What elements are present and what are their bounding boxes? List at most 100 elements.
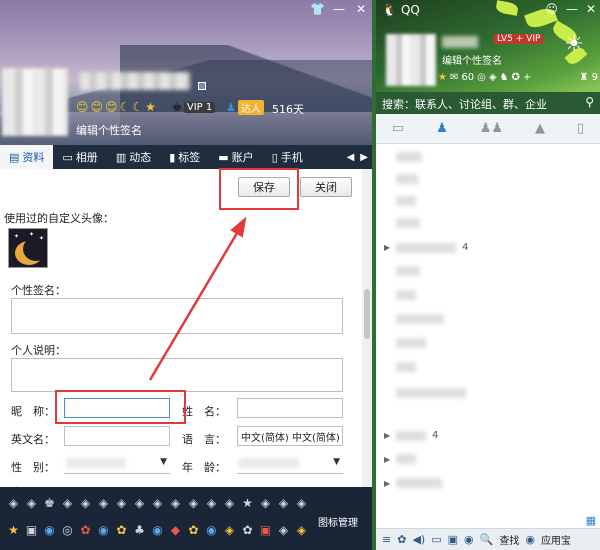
name-field[interactable] bbox=[237, 398, 343, 418]
icon-manager-link[interactable]: 图标管理 bbox=[318, 514, 358, 529]
weather-icon[interactable]: ☀ bbox=[564, 32, 584, 57]
list-item[interactable] bbox=[384, 338, 432, 348]
badge-icon[interactable]: ◈ bbox=[132, 495, 147, 510]
search-input[interactable]: 搜索：联系人、讨论组、群、企业 bbox=[382, 98, 547, 111]
app-icon[interactable]: ▣ bbox=[24, 522, 39, 537]
app-icon[interactable]: ✪ bbox=[512, 72, 520, 83]
custom-avatar-thumbnail[interactable]: ✦ ✦ ✦ bbox=[8, 228, 48, 268]
grid-icon[interactable]: ▦ bbox=[586, 514, 596, 527]
english-name-field[interactable] bbox=[64, 426, 170, 446]
app-icon[interactable]: ★ bbox=[6, 522, 21, 537]
language-field[interactable]: 中文(简体) 中文(简体) bbox=[237, 426, 343, 446]
search-icon[interactable]: 🔍 bbox=[480, 533, 494, 546]
list-item[interactable] bbox=[384, 174, 424, 184]
app-icon[interactable]: ♣ bbox=[132, 522, 147, 537]
close-window-button[interactable]: ✕ bbox=[354, 2, 368, 16]
list-item[interactable]: ▶ bbox=[384, 478, 448, 488]
app-icon[interactable]: ◉ bbox=[42, 522, 57, 537]
badge-icon[interactable]: ◈ bbox=[222, 495, 237, 510]
close-button[interactable]: 关闭 bbox=[300, 177, 352, 197]
tab-messages[interactable]: ▭ bbox=[392, 121, 404, 136]
gender-select[interactable]: ▼ bbox=[64, 454, 170, 474]
menu-icon[interactable]: ≡ bbox=[382, 533, 391, 546]
arrow-left-icon[interactable]: ◀ bbox=[347, 152, 355, 163]
badge-icon[interactable]: ◈ bbox=[60, 495, 75, 510]
avatar[interactable] bbox=[2, 68, 68, 136]
list-item[interactable] bbox=[384, 388, 472, 398]
sound-icon[interactable]: ◀) bbox=[412, 533, 425, 546]
notification-count[interactable]: ♜ 9 bbox=[579, 72, 598, 83]
app-icon[interactable]: ◆ bbox=[168, 522, 183, 537]
app-icon[interactable]: ▣ bbox=[258, 522, 273, 537]
tab-phone[interactable]: ▯ 手机 bbox=[263, 145, 312, 169]
space-icon[interactable]: ◎ bbox=[477, 72, 486, 83]
app-icon[interactable]: ◈ bbox=[294, 522, 309, 537]
signature-edit-link[interactable]: 编辑个性签名 bbox=[76, 122, 142, 138]
list-item[interactable]: ▶ bbox=[384, 454, 422, 464]
daren-badge[interactable]: ♟ 达人 bbox=[226, 100, 264, 115]
arrow-right-icon[interactable]: ▶ bbox=[360, 152, 368, 163]
badge-icon[interactable]: ◈ bbox=[186, 495, 201, 510]
tab-info[interactable]: ▤ 资料 bbox=[0, 145, 54, 169]
scrollbar-thumb[interactable] bbox=[364, 289, 370, 339]
tab-feed[interactable]: ▥ 动态 bbox=[107, 145, 160, 169]
badge-icon[interactable]: ★ bbox=[240, 495, 255, 510]
app-icon[interactable]: ✿ bbox=[78, 522, 93, 537]
badge-icon[interactable]: ◈ bbox=[78, 495, 93, 510]
tab-contacts[interactable]: ♟ bbox=[436, 121, 448, 136]
star-icon[interactable]: ◉ bbox=[464, 533, 474, 546]
app-store-button[interactable]: 应用宝 bbox=[541, 532, 571, 547]
tab-tags[interactable]: ▮ 标签 bbox=[160, 145, 209, 169]
add-icon[interactable]: + bbox=[523, 72, 531, 83]
vip-badge[interactable]: ♚ VIP 1 bbox=[172, 101, 216, 114]
app-icon[interactable]: ◉ bbox=[96, 522, 111, 537]
app-icon[interactable]: ◈ bbox=[222, 522, 237, 537]
list-item[interactable] bbox=[384, 218, 426, 228]
find-button[interactable]: 查找 bbox=[499, 532, 519, 547]
search-bar[interactable]: 搜索：联系人、讨论组、群、企业 ⚲ bbox=[376, 92, 600, 114]
app-icon[interactable]: ✿ bbox=[114, 522, 129, 537]
badge-icon[interactable]: ◈ bbox=[276, 495, 291, 510]
skin-icon[interactable]: 👕 bbox=[310, 2, 325, 16]
badge-icon[interactable]: ♚ bbox=[42, 495, 57, 510]
badge-icon[interactable]: ◈ bbox=[258, 495, 273, 510]
tab-album[interactable]: ▭ 相册 bbox=[53, 145, 106, 169]
badge-icon[interactable]: ◈ bbox=[294, 495, 309, 510]
mailbox-icon[interactable]: ▣ bbox=[448, 533, 458, 546]
tab-account[interactable]: ▬ 账户 bbox=[209, 145, 262, 169]
app-icon[interactable]: ◉ bbox=[204, 522, 219, 537]
app-icon[interactable]: ◈ bbox=[276, 522, 291, 537]
settings-icon[interactable]: ✿ bbox=[397, 533, 406, 546]
vip-badge[interactable]: LV5 + VIP bbox=[494, 34, 544, 44]
minimize-button[interactable]: — bbox=[332, 2, 346, 16]
list-item[interactable] bbox=[384, 196, 422, 206]
app-icon[interactable]: ✿ bbox=[240, 522, 255, 537]
badge-icon[interactable]: ◈ bbox=[24, 495, 39, 510]
star-icon[interactable]: ★ bbox=[438, 72, 447, 83]
app-icon[interactable]: ✿ bbox=[186, 522, 201, 537]
tab-phone[interactable]: ▯ bbox=[577, 121, 584, 136]
badge-icon[interactable]: ◈ bbox=[6, 495, 21, 510]
list-item[interactable] bbox=[384, 362, 422, 372]
avatar[interactable] bbox=[386, 34, 436, 86]
form-scrollbar[interactable] bbox=[362, 169, 372, 487]
badge-icon[interactable]: ◈ bbox=[114, 495, 129, 510]
badge-icon[interactable]: ◈ bbox=[204, 495, 219, 510]
list-item[interactable] bbox=[384, 266, 426, 276]
mail-icon[interactable]: ✉ bbox=[450, 72, 458, 83]
tab-groups[interactable]: ♟♟ bbox=[480, 121, 503, 136]
wallet-icon[interactable]: ◈ bbox=[489, 72, 497, 83]
app-icon[interactable]: ◉ bbox=[150, 522, 165, 537]
signature-edit-link[interactable]: 编辑个性签名 bbox=[442, 52, 502, 67]
signature-field[interactable] bbox=[11, 298, 343, 334]
badge-icon[interactable]: ◈ bbox=[168, 495, 183, 510]
list-item[interactable]: ▶ 4 bbox=[384, 430, 438, 441]
description-field[interactable] bbox=[11, 358, 343, 392]
game-icon[interactable]: ♞ bbox=[500, 72, 509, 83]
list-item[interactable] bbox=[384, 152, 428, 162]
list-item[interactable] bbox=[384, 314, 450, 324]
skin-icon[interactable]: ☺ bbox=[545, 2, 558, 16]
list-item[interactable]: ▶ 4 bbox=[384, 242, 468, 253]
minimize-button[interactable]: — bbox=[566, 2, 578, 16]
close-window-button[interactable]: ✕ bbox=[586, 2, 596, 16]
